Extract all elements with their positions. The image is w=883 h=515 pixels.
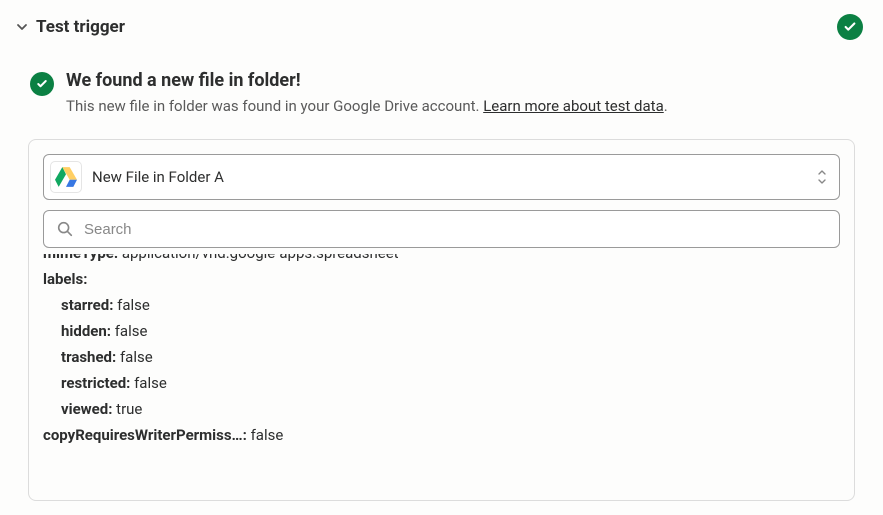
message-body-prefix: This new file in folder was found in you… <box>66 97 483 115</box>
section-header[interactable]: Test trigger <box>0 0 883 40</box>
google-drive-icon <box>50 161 82 193</box>
message-heading: We found a new file in folder! <box>66 70 668 91</box>
message-block: We found a new file in folder! This new … <box>0 40 883 131</box>
data-scroll-area[interactable]: title: Readers List mimeType: applicatio… <box>43 254 840 500</box>
header-title: Test trigger <box>36 17 837 37</box>
selector-updown-icon <box>815 168 829 186</box>
file-selector[interactable]: New File in Folder A <box>43 154 840 200</box>
message-success-icon <box>30 72 54 96</box>
chevron-down-icon <box>14 19 30 35</box>
field-copy: copyRequiresWriterPermiss…: false <box>43 422 840 448</box>
search-input[interactable] <box>84 221 827 238</box>
message-body-suffix: . <box>664 97 668 115</box>
status-success-icon <box>837 14 863 40</box>
search-box[interactable] <box>43 210 840 248</box>
file-selector-label: New File in Folder A <box>92 168 805 186</box>
field-mimetype: mimeType: application/vnd.google-apps.sp… <box>43 254 840 266</box>
field-viewed: viewed: true <box>43 396 840 422</box>
search-icon <box>56 220 74 238</box>
learn-more-link[interactable]: Learn more about test data <box>483 97 664 115</box>
field-trashed: trashed: false <box>43 344 840 370</box>
field-labels: labels: <box>43 266 840 292</box>
data-panel: New File in Folder A title: Readers List… <box>28 139 855 501</box>
field-hidden: hidden: false <box>43 318 840 344</box>
message-body: This new file in folder was found in you… <box>66 97 668 115</box>
field-restricted: restricted: false <box>43 370 840 396</box>
field-starred: starred: false <box>43 292 840 318</box>
